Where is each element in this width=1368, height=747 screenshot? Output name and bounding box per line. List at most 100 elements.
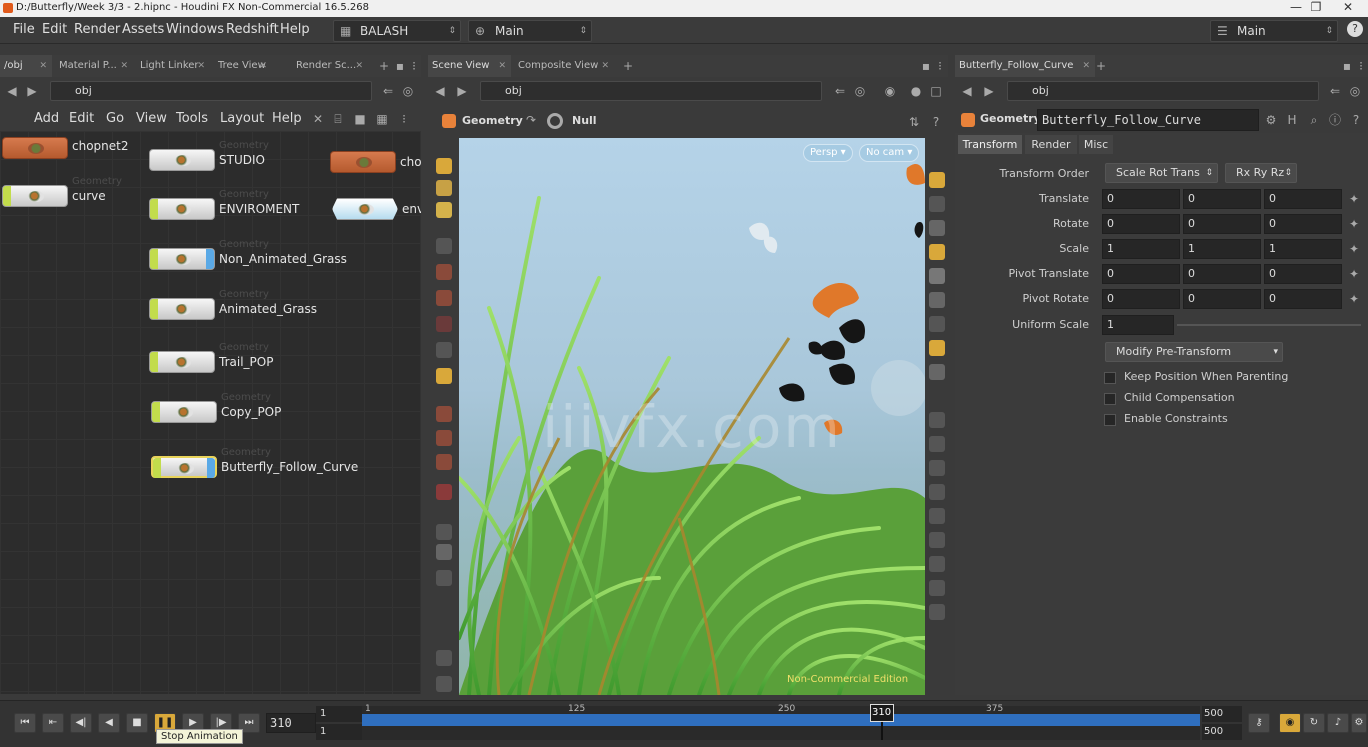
tree-icon[interactable]: ⌸ [330,111,346,127]
close-icon[interactable]: ✕ [120,55,128,77]
list-view-icon[interactable]: ■ [352,111,368,127]
close-icon[interactable]: ✕ [601,55,609,77]
help-icon[interactable]: ? [1347,21,1363,37]
light-icon[interactable] [436,544,452,560]
context-label[interactable]: Geometry [462,114,523,127]
display-flag[interactable] [3,186,11,206]
keyframe-icon[interactable]: ✦ [1346,266,1362,282]
rotate-x-field[interactable]: 0 [1102,214,1180,234]
close-icon[interactable]: ✕ [197,55,205,77]
node-body[interactable] [2,137,68,159]
desktop-combo[interactable]: ▦ BALASH ⇕ [333,20,461,42]
node-body[interactable] [149,298,215,320]
start-range-field[interactable]: 1 [316,724,362,740]
op-name-field[interactable]: Butterfly_Follow_Curve [1037,109,1259,131]
tab-obj[interactable]: /obj ✕ [0,55,52,77]
rotate-z-field[interactable]: 0 [1264,214,1342,234]
add-tab-icon[interactable]: + [1093,58,1109,74]
keep-position-checkbox[interactable] [1104,372,1116,384]
translate-z-field[interactable]: 0 [1264,189,1342,209]
link-icon[interactable]: ◎ [400,83,416,99]
info-icon[interactable]: ⓘ [1327,112,1343,128]
realtime-toggle-icon[interactable]: ◉ [1279,713,1301,733]
forward-icon[interactable]: ▶ [24,83,40,99]
lock-icon[interactable] [929,220,945,236]
scale-x-field[interactable]: 1 [1102,239,1180,259]
scene-viewport[interactable]: iiivfx.com Persp ▾ No cam ▾ Non-Commerci… [459,138,925,695]
menu-edit[interactable]: Edit [42,22,67,37]
point-icon[interactable] [929,316,945,332]
pivot-rotate-z-field[interactable]: 0 [1264,289,1342,309]
tab-render[interactable]: Render [1025,135,1077,154]
link-icon[interactable]: ◎ [1347,83,1363,99]
timeline-track[interactable]: 1 125 250 375 310 [362,704,1200,740]
tab-material-palette[interactable]: Material P... ✕ [55,55,133,77]
normal-icon[interactable] [929,412,945,428]
tab-tree-view[interactable]: Tree View ✕ [214,55,272,77]
pin-icon[interactable]: ⇐ [832,83,848,99]
keyframe-icon[interactable]: ✦ [1346,241,1362,257]
keyframe-icon[interactable]: ✦ [1346,291,1362,307]
wrench-icon[interactable]: ✕ [310,111,326,127]
forward-icon[interactable]: ▶ [981,83,997,99]
display-flag[interactable] [152,402,160,422]
net-menu-view[interactable]: View [136,111,167,126]
net-menu-go[interactable]: Go [106,111,124,126]
snap-grid-icon[interactable] [436,406,452,422]
node-body[interactable] [2,185,68,207]
pivot-rotate-x-field[interactable]: 0 [1102,289,1180,309]
keyframe-icon[interactable]: ✦ [1346,191,1362,207]
particle-icon[interactable] [929,364,945,380]
uv-icon[interactable] [929,484,945,500]
view-tool-icon[interactable] [436,368,452,384]
add-tab-icon[interactable]: + [376,58,392,74]
display-options-icon[interactable] [436,570,452,586]
pane-options-icon[interactable]: ⁝ [932,58,948,74]
camera-menu[interactable]: No cam ▾ [859,144,920,162]
render-flag[interactable] [207,458,215,478]
vis-icon[interactable] [929,244,945,260]
scale-z-field[interactable]: 1 [1264,239,1342,259]
node-body[interactable] [149,351,215,373]
net-menu-help[interactable]: Help [272,111,302,126]
pointer-icon[interactable] [436,238,452,254]
tab-misc[interactable]: Misc [1079,135,1113,154]
pivot-translate-y-field[interactable]: 0 [1183,264,1261,284]
snapshot-icon[interactable]: ● [908,83,924,99]
menu-render[interactable]: Render [74,22,120,37]
pivot-rotate-y-field[interactable]: 0 [1183,289,1261,309]
render-icon[interactable]: ◉ [882,83,898,99]
parameter-path[interactable]: obj [1007,81,1319,101]
context-combo[interactable]: ⊕ Main ⇕ [468,20,592,42]
hscript-icon[interactable]: H [1284,112,1300,128]
tab-composite-view[interactable]: Composite View ✕ [514,55,614,77]
display-flag[interactable] [150,199,158,219]
display-flag[interactable] [150,352,158,372]
pane-options-icon[interactable]: ⁝ [1353,58,1368,74]
network-editor[interactable]: chopnet2 Geometry curve Geometry STUDIO … [0,131,421,694]
scene-path[interactable]: obj [480,81,822,101]
net-menu-edit[interactable]: Edit [69,111,94,126]
child-compensation-checkbox[interactable] [1104,393,1116,405]
step-back-button[interactable]: ◀| [70,713,92,733]
menu-help[interactable]: Help [280,22,310,37]
end-range-field[interactable]: 500 [1202,724,1242,740]
square-icon[interactable] [929,604,945,620]
current-frame-field[interactable]: 310 [266,713,316,733]
light-bulb-icon[interactable] [929,292,945,308]
pin-icon[interactable]: ⇐ [380,83,396,99]
translate-x-field[interactable]: 0 [1102,189,1180,209]
pose-icon[interactable] [436,290,452,306]
tab-light-linker[interactable]: Light Linker ✕ [136,55,210,77]
enable-constraints-checkbox[interactable] [1104,414,1116,426]
snap-point-icon[interactable] [436,454,452,470]
display-flag[interactable] [153,458,161,478]
shading-icon[interactable] [929,268,945,284]
net-menu-add[interactable]: Add [34,111,59,126]
back-icon[interactable]: ◀ [4,83,20,99]
uniform-scale-slider[interactable] [1177,324,1361,326]
pivot-translate-z-field[interactable]: 0 [1264,264,1342,284]
ghost-icon[interactable] [929,196,945,212]
help-icon[interactable]: ? [928,114,944,130]
grid-view-icon[interactable]: ▦ [374,111,390,127]
